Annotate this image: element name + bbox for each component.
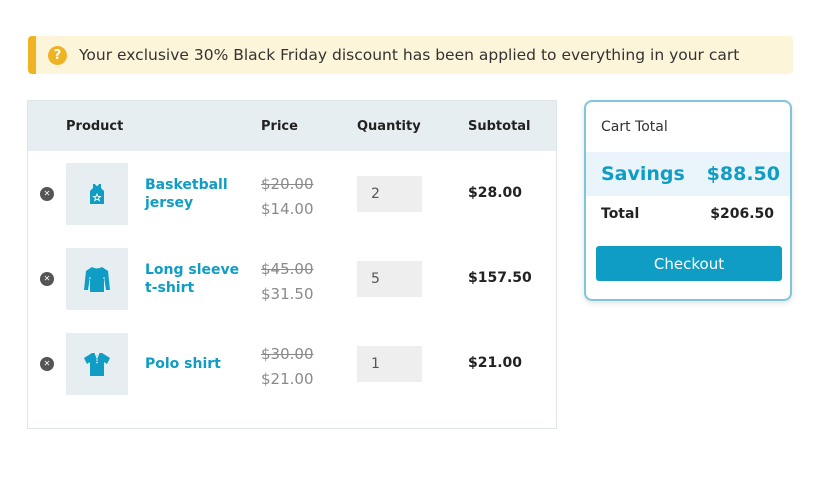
table-row: ✕ Basketball jersey $20.00 $14.00 $28.00 bbox=[28, 163, 556, 225]
table-row: ✕ Long sleeve t-shirt $45.00 $31.50 $157… bbox=[28, 248, 556, 310]
quantity-input[interactable] bbox=[357, 176, 422, 212]
quantity-input[interactable] bbox=[357, 346, 422, 382]
discounted-price: $21.00 bbox=[261, 370, 314, 388]
header-quantity: Quantity bbox=[357, 119, 421, 134]
remove-item-icon[interactable]: ✕ bbox=[40, 187, 54, 201]
remove-item-icon[interactable]: ✕ bbox=[40, 272, 54, 286]
total-value: $206.50 bbox=[710, 206, 774, 222]
row-subtotal: $157.50 bbox=[468, 270, 532, 286]
remove-item-icon[interactable]: ✕ bbox=[40, 357, 54, 371]
row-subtotal: $28.00 bbox=[468, 185, 523, 201]
savings-value: $88.50 bbox=[706, 163, 780, 185]
original-price: $20.00 bbox=[261, 175, 314, 193]
product-name-link[interactable]: Basketball jersey bbox=[145, 163, 245, 225]
table-row: ✕ Polo shirt $30.00 $21.00 $21.00 bbox=[28, 333, 556, 395]
long-sleeve-shirt-icon bbox=[84, 267, 110, 292]
row-subtotal: $21.00 bbox=[468, 355, 523, 371]
total-row: Total $206.50 bbox=[586, 206, 790, 222]
savings-row: Savings $88.50 bbox=[586, 152, 790, 196]
original-price: $45.00 bbox=[261, 260, 314, 278]
checkout-button[interactable]: Checkout bbox=[596, 246, 782, 281]
question-icon: ? bbox=[48, 45, 67, 65]
product-name-link[interactable]: Polo shirt bbox=[145, 333, 245, 395]
jersey-icon bbox=[90, 184, 104, 204]
polo-shirt-icon bbox=[84, 352, 110, 376]
discount-notice: ? Your exclusive 30% Black Friday discou… bbox=[28, 36, 793, 74]
cart-table: Product Price Quantity Subtotal ✕ Basket… bbox=[27, 100, 557, 429]
cart-total-title: Cart Total bbox=[601, 119, 668, 135]
total-label: Total bbox=[601, 206, 640, 222]
quantity-input[interactable] bbox=[357, 261, 422, 297]
price-cell: $20.00 $14.00 bbox=[261, 172, 314, 222]
price-cell: $30.00 $21.00 bbox=[261, 342, 314, 392]
header-subtotal: Subtotal bbox=[468, 119, 531, 134]
product-name-link[interactable]: Long sleeve t-shirt bbox=[145, 248, 245, 310]
product-thumbnail[interactable] bbox=[66, 248, 128, 310]
discounted-price: $14.00 bbox=[261, 200, 314, 218]
savings-label: Savings bbox=[601, 163, 685, 185]
notice-message: Your exclusive 30% Black Friday discount… bbox=[79, 46, 740, 64]
product-thumbnail[interactable] bbox=[66, 333, 128, 395]
price-cell: $45.00 $31.50 bbox=[261, 257, 314, 307]
cart-totals-panel: Cart Total Savings $88.50 Total $206.50 … bbox=[584, 100, 792, 301]
header-price: Price bbox=[261, 119, 298, 134]
product-thumbnail[interactable] bbox=[66, 163, 128, 225]
header-product: Product bbox=[66, 119, 124, 134]
table-header: Product Price Quantity Subtotal bbox=[28, 101, 556, 151]
discounted-price: $31.50 bbox=[261, 285, 314, 303]
original-price: $30.00 bbox=[261, 345, 314, 363]
